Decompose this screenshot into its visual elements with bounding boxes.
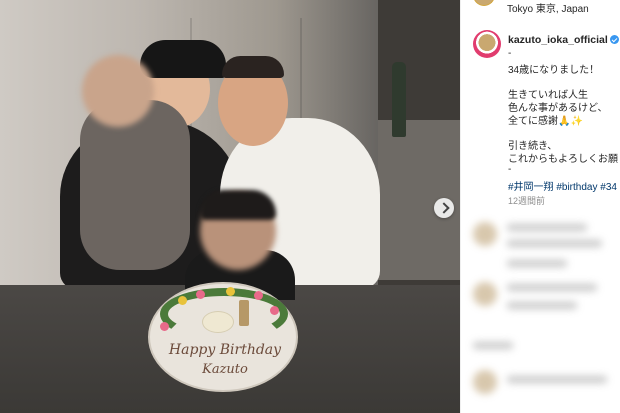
flower [270, 306, 279, 315]
comment-line [507, 260, 567, 267]
caption-line: これからもよろしくお願 [508, 154, 618, 165]
username-row: kazuto_ioka_official [508, 34, 619, 46]
verified-badge-icon [609, 35, 619, 44]
post-photo[interactable]: Happy Birthday Kazuto [0, 0, 460, 413]
comment-line [507, 240, 602, 247]
post-sidebar: Tokyo 東京, Japan kazuto_ioka_official - 3… [460, 0, 620, 413]
cake [202, 311, 234, 333]
cake-writing-line2: Kazuto [202, 362, 248, 377]
blurred-baby-face [82, 55, 154, 127]
profile-avatar[interactable] [473, 30, 501, 58]
comment-line [507, 376, 607, 383]
child-hair [200, 190, 276, 220]
location-text[interactable]: Tokyo 東京, Japan [507, 0, 589, 15]
wine-bottle [392, 62, 406, 137]
caption-line: 34歳になりました！ [508, 65, 600, 76]
black-cap [140, 40, 226, 78]
username-link[interactable]: kazuto_ioka_official [508, 34, 608, 46]
cake-writing-line1: Happy Birthday [168, 342, 282, 358]
location-row: Tokyo 東京, Japan [461, 0, 620, 16]
flower [196, 290, 205, 299]
action-icons [473, 342, 513, 349]
avatar [473, 282, 497, 306]
candle [239, 300, 249, 326]
avatar [473, 370, 497, 394]
baby-figure [80, 100, 190, 270]
avatar [473, 222, 497, 246]
comment-line [507, 284, 597, 291]
man-hair [222, 56, 284, 78]
flower [160, 322, 169, 331]
post-timestamp[interactable]: 12週間前 [508, 194, 545, 207]
flower [226, 287, 235, 296]
blurred-comments [461, 210, 620, 413]
next-image-button[interactable] [434, 198, 454, 218]
caption-line: 全てに感謝🙏✨ [508, 116, 583, 127]
comment-line [507, 302, 577, 309]
flower [254, 291, 263, 300]
avatar[interactable] [473, 0, 495, 6]
hashtags[interactable]: #井岡一翔 #birthday #34 [508, 178, 617, 193]
caption-line: - [508, 48, 512, 59]
comment-line [507, 224, 587, 231]
caption-line: - [508, 164, 512, 175]
flower [178, 296, 187, 305]
